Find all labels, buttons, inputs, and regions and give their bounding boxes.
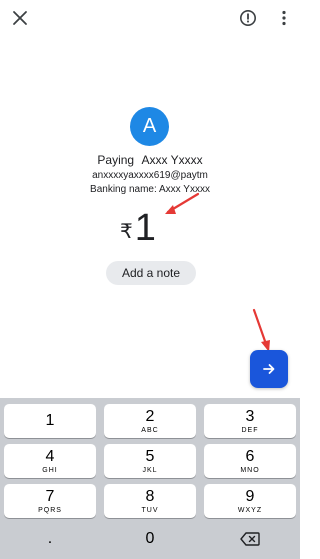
backspace-icon [240, 532, 260, 546]
key-8[interactable]: 8 TUV [104, 484, 196, 518]
paying-label: Paying [97, 153, 135, 167]
numeric-keypad: 1 2 ABC 3 DEF 4 GHI 5 JKL 6 MNO 7 PQRS 8… [0, 398, 300, 559]
key-digit: 0 [145, 530, 155, 547]
key-digit: 5 [145, 447, 155, 465]
proceed-button[interactable] [250, 350, 288, 388]
key-backspace[interactable] [204, 522, 296, 556]
key-digit: 1 [45, 412, 55, 429]
close-icon[interactable] [8, 6, 32, 30]
key-letters: TUV [141, 506, 159, 514]
key-2[interactable]: 2 ABC [104, 404, 196, 438]
arrow-right-icon [263, 364, 275, 374]
amount-display: ₹ 1 [120, 206, 156, 250]
key-digit: 2 [145, 407, 155, 425]
avatar: A [130, 107, 169, 146]
key-letters: JKL [142, 466, 158, 474]
key-digit: 3 [245, 407, 255, 425]
key-letters: ABC [141, 426, 159, 434]
key-letters: WXYZ [237, 506, 263, 514]
key-digit: 7 [45, 487, 55, 505]
key-0[interactable]: 0 [104, 522, 196, 556]
key-letters: MNO [240, 466, 260, 474]
key-letters: GHI [42, 466, 58, 474]
key-digit: 9 [245, 487, 255, 505]
currency-symbol: ₹ [120, 221, 133, 243]
key-1[interactable]: 1 [4, 404, 96, 438]
key-5[interactable]: 5 JKL [104, 444, 196, 478]
payee-name: Axxx Yxxxx [141, 153, 203, 167]
annotation-arrow-amount [165, 192, 200, 214]
key-digit: 6 [245, 447, 255, 465]
key-letters: PQRS [38, 506, 62, 514]
more-vert-icon[interactable] [272, 6, 296, 30]
banking-name-label: Banking name: [90, 184, 157, 195]
key-digit: 4 [45, 447, 55, 465]
upi-id: anxxxxyaxxxx619@paytm [92, 170, 208, 181]
key-decimal[interactable]: . [4, 522, 96, 556]
report-icon[interactable] [236, 6, 260, 30]
key-letters: DEF [241, 426, 259, 434]
key-digit: . [47, 530, 53, 547]
add-note-button[interactable]: Add a note [106, 261, 196, 285]
paying-line: Paying Axxx Yxxxx [0, 153, 300, 167]
key-4[interactable]: 4 GHI [4, 444, 96, 478]
key-6[interactable]: 6 MNO [204, 444, 296, 478]
key-7[interactable]: 7 PQRS [4, 484, 96, 518]
annotation-arrow-fab [252, 308, 270, 352]
banking-name-line: Banking name: Axxx Yxxxx [0, 184, 300, 195]
amount-value: 1 [134, 207, 156, 249]
key-digit: 8 [145, 487, 155, 505]
key-9[interactable]: 9 WXYZ [204, 484, 296, 518]
top-bar [0, 0, 300, 40]
key-3[interactable]: 3 DEF [204, 404, 296, 438]
